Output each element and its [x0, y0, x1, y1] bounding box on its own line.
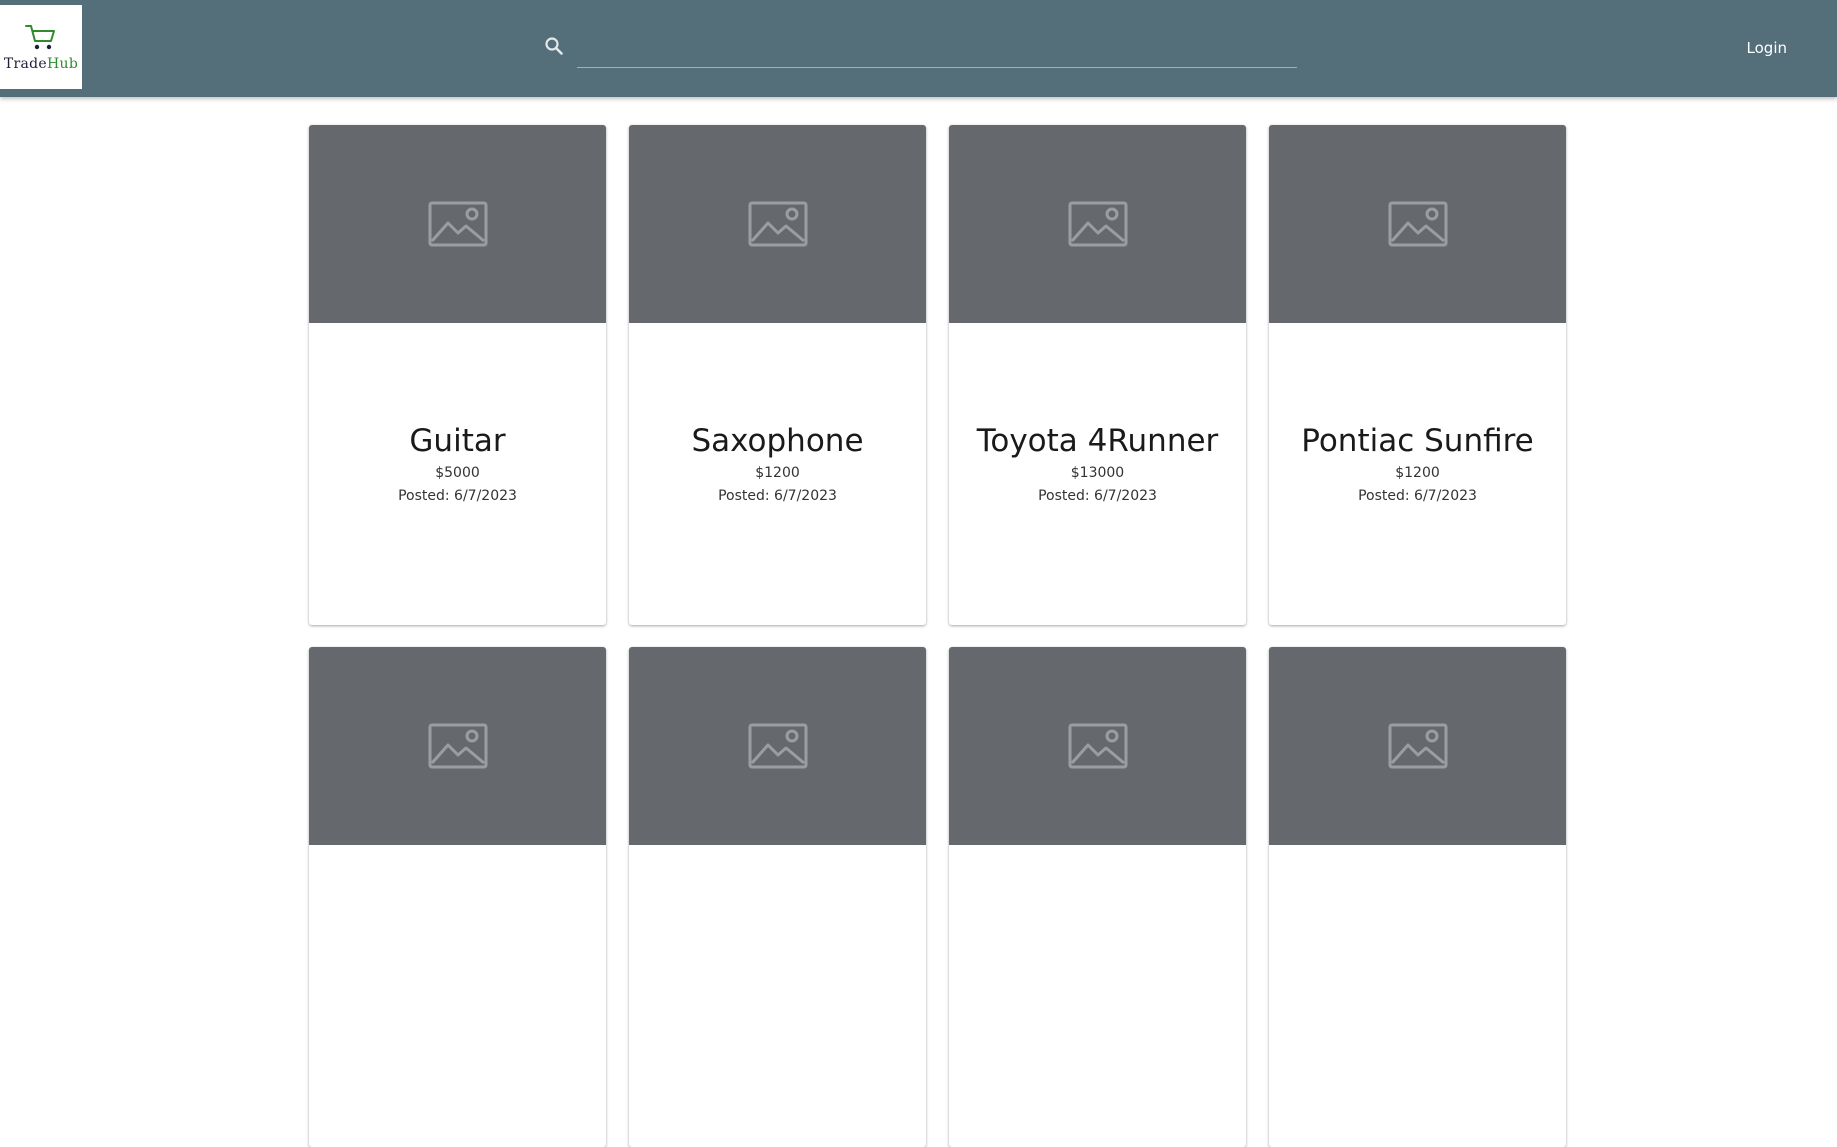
logo-text-accent: Hub — [47, 55, 79, 72]
image-placeholder-icon — [1388, 723, 1447, 769]
listing-price: $13000 — [1070, 465, 1125, 481]
listing-image[interactable] — [949, 125, 1246, 323]
listing-posted-date: Posted: 6/7/2023 — [398, 488, 517, 504]
listing-posted-date: Posted: 6/7/2023 — [1358, 488, 1477, 504]
image-placeholder-icon — [428, 201, 487, 247]
listing-body — [1269, 845, 1566, 1147]
listing-body — [949, 845, 1246, 1147]
listing-body: Toyota 4Runner $13000 Posted: 6/7/2023 — [949, 323, 1246, 625]
listing-image[interactable] — [629, 647, 926, 845]
listing-posted-date: Posted: 6/7/2023 — [1038, 488, 1157, 504]
image-placeholder-icon — [428, 723, 487, 769]
image-placeholder-icon — [1068, 723, 1127, 769]
listing-title[interactable]: Guitar — [409, 422, 505, 460]
listing-image[interactable] — [309, 647, 606, 845]
listing-card[interactable]: Saxophone $1200 Posted: 6/7/2023 — [629, 125, 926, 625]
listing-grid: Guitar $5000 Posted: 6/7/2023 Saxophone $120… — [309, 125, 1567, 1147]
listing-image[interactable] — [1269, 125, 1566, 323]
listing-card[interactable] — [629, 647, 926, 1147]
listing-image[interactable] — [1269, 647, 1566, 845]
listing-card[interactable] — [309, 647, 606, 1147]
listing-image[interactable] — [949, 647, 1246, 845]
image-placeholder-icon — [748, 201, 807, 247]
listing-card[interactable] — [949, 647, 1246, 1147]
listing-body — [309, 845, 606, 1147]
listing-body: Saxophone $1200 Posted: 6/7/2023 — [629, 323, 926, 625]
listing-card[interactable]: Toyota 4Runner $13000 Posted: 6/7/2023 — [949, 125, 1246, 625]
listing-title[interactable]: Pontiac Sunfire — [1301, 422, 1534, 460]
listing-image[interactable] — [629, 125, 926, 323]
listing-title[interactable]: Toyota 4Runner — [977, 422, 1219, 460]
logo-text-main: Trade — [3, 55, 48, 72]
listing-body — [629, 845, 926, 1147]
listing-card[interactable]: Pontiac Sunfire $1200 Posted: 6/7/2023 — [1269, 125, 1566, 625]
listing-card[interactable]: Guitar $5000 Posted: 6/7/2023 — [309, 125, 606, 625]
listing-card[interactable] — [1269, 647, 1566, 1147]
search-icon — [545, 37, 563, 55]
listing-price: $5000 — [435, 465, 480, 481]
image-placeholder-icon — [1388, 201, 1447, 247]
top-app-bar: TradeHub Login — [0, 0, 1837, 97]
listing-price: $1200 — [755, 465, 800, 481]
image-placeholder-icon — [748, 723, 807, 769]
tradehub-logo[interactable]: TradeHub — [0, 5, 82, 89]
listing-posted-date: Posted: 6/7/2023 — [718, 488, 837, 504]
listing-title[interactable]: Saxophone — [691, 422, 863, 460]
cart-icon — [25, 24, 55, 49]
logo-text: TradeHub — [4, 56, 78, 72]
listing-body: Guitar $5000 Posted: 6/7/2023 — [309, 323, 606, 625]
image-placeholder-icon — [1068, 201, 1127, 247]
search-input[interactable] — [577, 28, 1297, 68]
login-button[interactable]: Login — [1737, 33, 1797, 63]
listing-price: $1200 — [1395, 465, 1440, 481]
listing-body: Pontiac Sunfire $1200 Posted: 6/7/2023 — [1269, 323, 1566, 625]
listing-image[interactable] — [309, 125, 606, 323]
